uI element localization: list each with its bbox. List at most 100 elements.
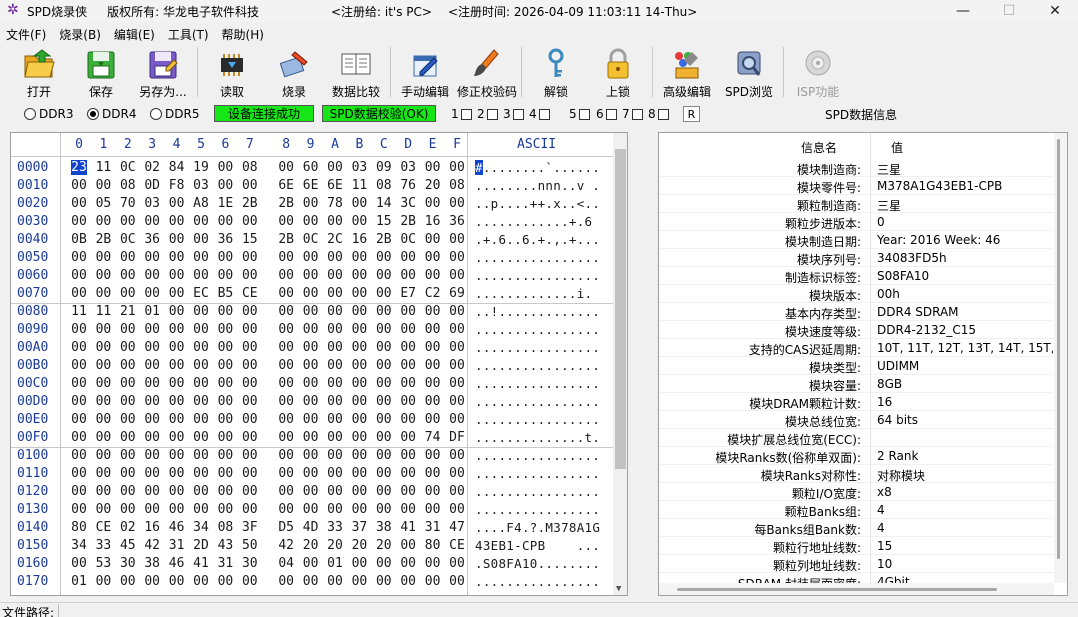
hex-byte[interactable]: 00 bbox=[193, 574, 209, 589]
hex-byte[interactable]: 00 bbox=[351, 394, 368, 409]
hex-byte[interactable]: 00 bbox=[400, 358, 416, 373]
menu-help[interactable]: 帮助(H) bbox=[216, 26, 271, 43]
hex-byte[interactable]: 00 bbox=[242, 178, 258, 193]
hex-byte[interactable]: 00 bbox=[425, 322, 441, 337]
ascii-text[interactable]: ..............t. bbox=[475, 430, 600, 445]
unlock-button[interactable]: 解锁 bbox=[525, 45, 587, 101]
hex-byte[interactable]: 00 bbox=[327, 322, 343, 337]
hex-byte[interactable]: 00 bbox=[278, 304, 294, 319]
hex-byte[interactable]: 00 bbox=[169, 394, 185, 409]
hex-byte[interactable]: 6E bbox=[303, 178, 319, 193]
ascii-text[interactable]: ....F4.?.M378A1G bbox=[475, 520, 600, 535]
hex-byte[interactable]: 00 bbox=[169, 412, 185, 427]
hex-byte[interactable]: 00 bbox=[95, 250, 112, 265]
lock-button[interactable]: 上锁 bbox=[587, 45, 649, 101]
hex-byte[interactable]: 00 bbox=[351, 268, 368, 283]
hex-byte[interactable]: 00 bbox=[327, 502, 343, 517]
hex-byte[interactable]: 19 bbox=[193, 160, 209, 175]
slot-checkbox-5[interactable]: 5 bbox=[569, 107, 590, 121]
hex-byte[interactable]: 00 bbox=[120, 322, 136, 337]
hex-editor[interactable]: ASCII 0123456789ABCDEF 0000 23 11 0C 02 84 19 0… bbox=[10, 132, 628, 596]
hex-byte[interactable]: 00 bbox=[169, 286, 185, 301]
hex-byte[interactable]: 00 bbox=[425, 484, 441, 499]
hex-byte[interactable]: 00 bbox=[71, 448, 87, 463]
hex-byte[interactable]: 01 bbox=[71, 574, 87, 589]
info-vertical-scrollbar[interactable] bbox=[1054, 133, 1067, 583]
hex-byte[interactable]: 00 bbox=[400, 556, 416, 571]
hex-byte[interactable]: 2B bbox=[376, 232, 392, 247]
hex-byte[interactable]: 00 bbox=[425, 466, 441, 481]
hex-byte[interactable]: 00 bbox=[278, 574, 294, 589]
hex-byte[interactable]: 02 bbox=[144, 160, 160, 175]
hex-byte[interactable]: 0B bbox=[71, 232, 87, 247]
slot-checkbox-1[interactable]: 1 bbox=[451, 107, 472, 121]
hex-byte[interactable]: 00 bbox=[217, 268, 234, 283]
hex-byte[interactable]: 00 bbox=[278, 466, 294, 481]
hex-byte[interactable]: 00 bbox=[278, 322, 294, 337]
hex-byte[interactable]: 08 bbox=[449, 178, 465, 193]
hex-byte[interactable]: 36 bbox=[449, 214, 465, 229]
hex-byte[interactable]: DF bbox=[449, 430, 465, 445]
hex-byte[interactable]: 00 bbox=[449, 448, 465, 463]
hex-byte[interactable]: 00 bbox=[303, 502, 319, 517]
ascii-text[interactable]: 43EB1-CPB ... bbox=[475, 538, 600, 553]
slot-checkbox-7[interactable]: 7 bbox=[622, 107, 643, 121]
open-button[interactable]: 打开 bbox=[8, 45, 70, 101]
hex-byte[interactable]: 00 bbox=[120, 394, 136, 409]
hex-byte[interactable]: 00 bbox=[376, 484, 392, 499]
ascii-text[interactable]: ................ bbox=[475, 340, 600, 355]
hex-byte[interactable]: CE bbox=[95, 520, 112, 535]
info-row[interactable]: 制造标识标签: S08FA10 bbox=[659, 267, 1054, 285]
hex-byte[interactable]: 76 bbox=[400, 178, 416, 193]
menu-tools[interactable]: 工具(T) bbox=[162, 26, 216, 43]
hex-byte[interactable]: 08 bbox=[120, 178, 136, 193]
hex-byte[interactable]: 03 bbox=[400, 160, 416, 175]
hex-byte[interactable]: 00 bbox=[351, 340, 368, 355]
hex-byte[interactable]: 00 bbox=[242, 574, 258, 589]
hex-byte[interactable]: 00 bbox=[303, 286, 319, 301]
hex-byte[interactable]: 00 bbox=[71, 322, 87, 337]
hex-byte[interactable]: 00 bbox=[71, 358, 87, 373]
hex-byte[interactable]: 00 bbox=[449, 412, 465, 427]
hex-byte[interactable]: 00 bbox=[120, 268, 136, 283]
hex-byte[interactable]: B5 bbox=[217, 286, 234, 301]
menu-file[interactable]: 文件(F) bbox=[0, 26, 53, 43]
info-row[interactable]: 颗粒列地址线数: 10 bbox=[659, 555, 1054, 573]
hex-byte[interactable]: 00 bbox=[95, 394, 112, 409]
info-row[interactable]: 颗粒Banks组: 4 bbox=[659, 501, 1054, 519]
hex-byte[interactable]: F8 bbox=[169, 178, 185, 193]
hex-byte[interactable]: 00 bbox=[303, 322, 319, 337]
hex-row[interactable]: 0150 34 33 45 42 31 2D 43 50 42 20 20 20 20 00 80 CE 43EB… bbox=[11, 537, 613, 555]
hex-byte[interactable]: 00 bbox=[351, 250, 368, 265]
slot-checkbox-4[interactable]: 4 bbox=[529, 107, 550, 121]
hex-byte[interactable]: 00 bbox=[144, 358, 160, 373]
hex-byte[interactable]: 01 bbox=[327, 556, 343, 571]
hex-byte[interactable]: 00 bbox=[217, 322, 234, 337]
hex-byte[interactable]: 31 bbox=[217, 556, 234, 571]
hex-byte[interactable]: 00 bbox=[327, 574, 343, 589]
hex-byte[interactable]: 00 bbox=[95, 430, 112, 445]
hex-byte[interactable]: 15 bbox=[376, 214, 392, 229]
hex-byte[interactable]: 00 bbox=[242, 322, 258, 337]
hex-byte[interactable]: 37 bbox=[351, 520, 368, 535]
hex-byte[interactable]: 00 bbox=[169, 196, 185, 211]
hex-byte[interactable]: 00 bbox=[242, 358, 258, 373]
hex-byte[interactable]: 23 bbox=[71, 160, 87, 175]
hex-byte[interactable]: 00 bbox=[327, 412, 343, 427]
hex-byte[interactable]: 00 bbox=[376, 574, 392, 589]
slot-checkbox-8[interactable]: 8 bbox=[648, 107, 669, 121]
hex-byte[interactable]: 00 bbox=[144, 394, 160, 409]
maximize-button[interactable]: ☐ bbox=[986, 0, 1032, 22]
hex-byte[interactable]: 00 bbox=[303, 358, 319, 373]
hex-byte[interactable]: 30 bbox=[242, 556, 258, 571]
hex-byte[interactable]: 00 bbox=[425, 574, 441, 589]
hex-scrollbar[interactable]: ▼ bbox=[613, 133, 627, 595]
hex-row[interactable]: 00F0 00 00 00 00 00 00 00 00 00 00 00 00 00 00 74 DF....… bbox=[11, 429, 613, 447]
hex-byte[interactable]: 00 bbox=[449, 502, 465, 517]
advanced-edit-button[interactable]: 高级编辑 bbox=[656, 45, 718, 101]
hex-byte[interactable]: 00 bbox=[303, 448, 319, 463]
hex-byte[interactable]: 00 bbox=[351, 502, 368, 517]
hex-byte[interactable]: 00 bbox=[95, 214, 112, 229]
hex-byte[interactable]: 00 bbox=[95, 376, 112, 391]
hex-byte[interactable]: 36 bbox=[144, 232, 160, 247]
